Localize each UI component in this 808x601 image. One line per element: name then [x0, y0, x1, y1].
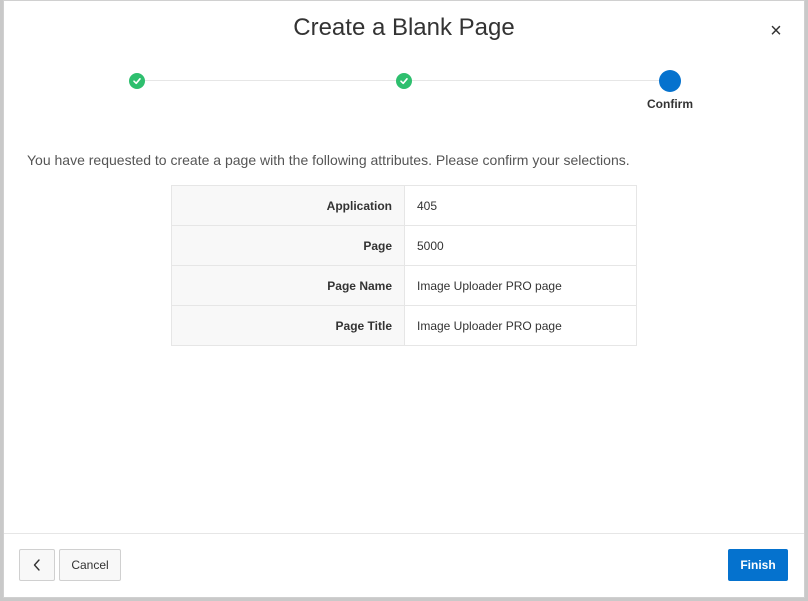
wizard-step-3 — [659, 70, 681, 92]
cancel-button[interactable]: Cancel — [59, 549, 121, 581]
close-button[interactable]: × — [766, 21, 786, 41]
attribute-label: Application — [171, 185, 405, 226]
attribute-value: Image Uploader PRO page — [404, 305, 637, 346]
dialog-footer: Cancel Finish — [4, 533, 804, 597]
create-page-dialog: Create a Blank Page × Confirm You have r… — [3, 0, 805, 598]
table-row: Page 5000 — [171, 225, 637, 266]
finish-button[interactable]: Finish — [728, 549, 788, 581]
attribute-value: 5000 — [404, 225, 637, 266]
close-icon: × — [770, 20, 782, 42]
attribute-value: 405 — [404, 185, 637, 226]
wizard-progress: Confirm — [4, 69, 804, 119]
intro-text: You have requested to create a page with… — [27, 152, 630, 168]
attribute-label: Page Title — [171, 305, 405, 346]
wizard-step-label-confirm: Confirm — [647, 97, 693, 111]
current-step-indicator — [659, 70, 681, 92]
wizard-connector — [145, 80, 399, 81]
check-icon — [396, 73, 412, 89]
chevron-left-icon — [33, 559, 40, 571]
check-icon — [129, 73, 145, 89]
back-button[interactable] — [19, 549, 55, 581]
wizard-step-1 — [129, 73, 145, 89]
dialog-title: Create a Blank Page — [293, 14, 515, 41]
wizard-connector — [412, 80, 660, 81]
table-row: Page Title Image Uploader PRO page — [171, 305, 637, 346]
attribute-label: Page Name — [171, 265, 405, 306]
attribute-label: Page — [171, 225, 405, 266]
attribute-value: Image Uploader PRO page — [404, 265, 637, 306]
table-row: Page Name Image Uploader PRO page — [171, 265, 637, 306]
table-row: Application 405 — [171, 185, 637, 226]
wizard-step-2 — [396, 73, 412, 89]
attributes-table: Application 405 Page 5000 Page Name Imag… — [171, 185, 637, 346]
